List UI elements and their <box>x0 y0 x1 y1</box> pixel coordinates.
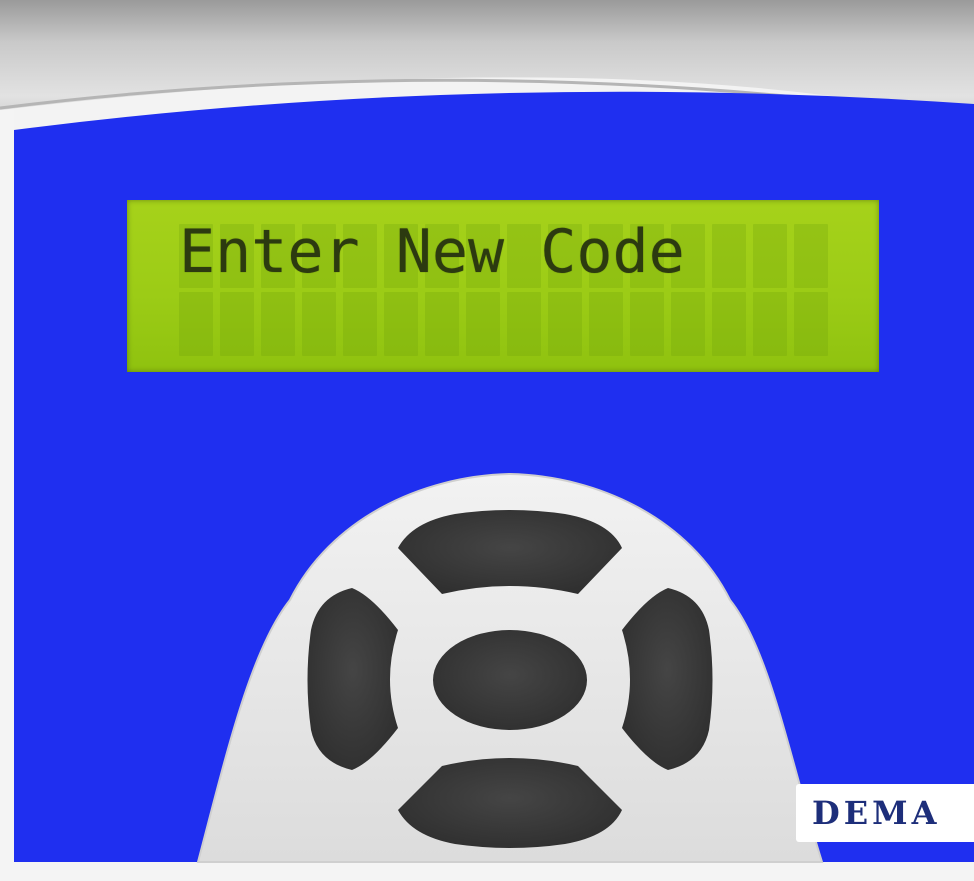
keypad-device: Enter New Code DEMA <box>0 0 974 881</box>
lcd-display: Enter New Code <box>127 200 879 372</box>
down-key-button[interactable] <box>398 762 622 850</box>
device-body <box>0 0 974 881</box>
right-key-button[interactable] <box>620 588 714 772</box>
brand-name: DEMA <box>812 794 941 832</box>
brand-logo: DEMA <box>796 784 974 842</box>
left-key-button[interactable] <box>306 588 400 772</box>
left-edge <box>0 110 14 881</box>
lcd-line-1: Enter New Code <box>179 217 685 287</box>
enter-key-button[interactable] <box>433 630 587 730</box>
bottom-strip <box>0 862 974 881</box>
up-key-button[interactable] <box>398 508 622 596</box>
